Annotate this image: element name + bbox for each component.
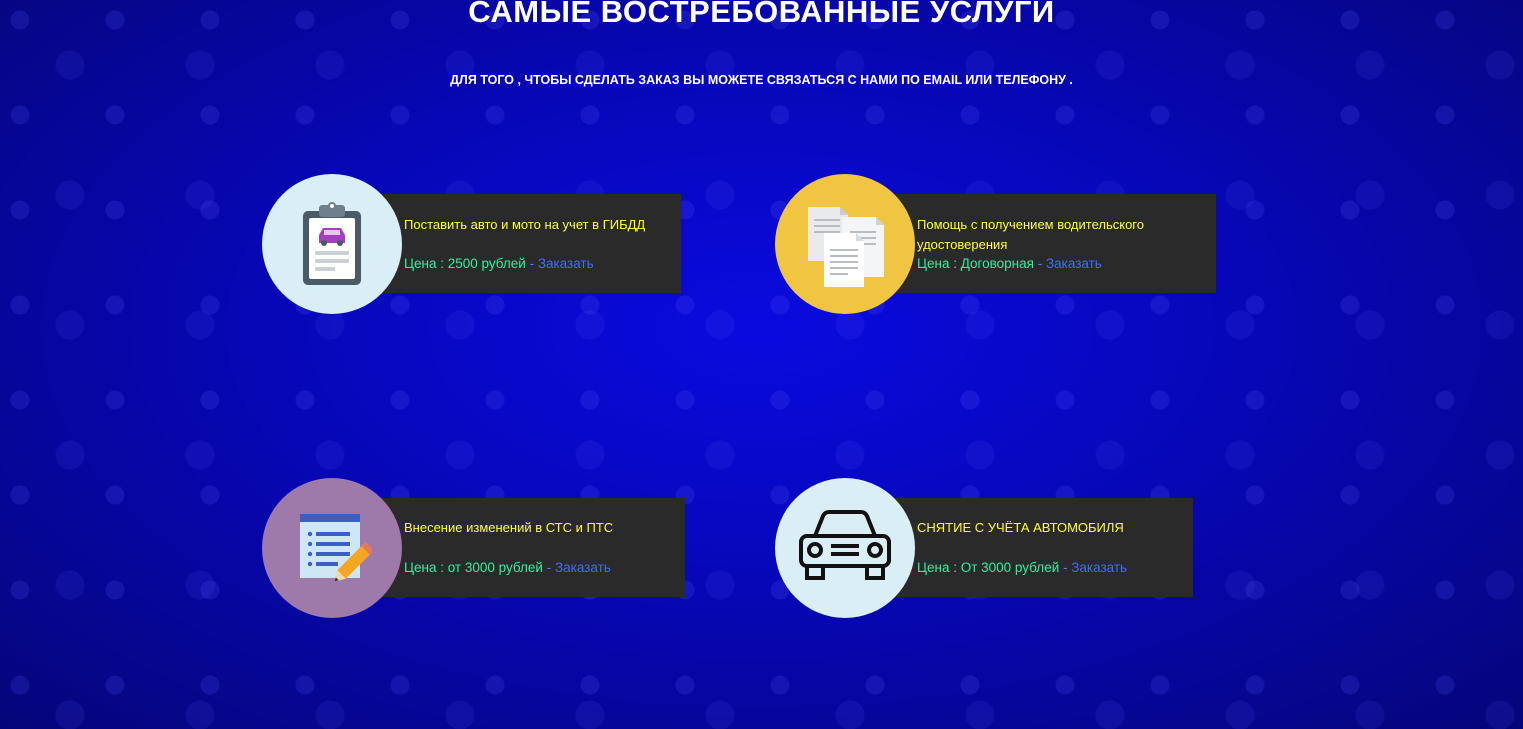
service-card-box <box>883 498 1193 597</box>
service-card-box <box>370 498 685 597</box>
background-doodle-pattern <box>0 0 1523 729</box>
service-price-line: Цена : От 3000 рублей - Заказать <box>917 558 1127 578</box>
order-link[interactable]: Заказать <box>538 256 594 271</box>
documents-icon <box>808 207 884 287</box>
service-price-line: Цена : Договорная - Заказать <box>917 254 1102 274</box>
service-title: Помощь с получением водительского удосто… <box>917 217 1144 252</box>
price-separator: - <box>1059 560 1072 575</box>
service-title: СНЯТИЕ С УЧЁТА АВТОМОБИЛЯ <box>917 520 1124 535</box>
service-price: Цена : От 3000 рублей <box>917 560 1060 575</box>
service-price-line: Цена : от 3000 рублей - Заказать <box>404 558 611 578</box>
service-price: Цена : от 3000 рублей <box>404 560 543 575</box>
service-icon-circle <box>262 174 402 314</box>
service-title: Поставить авто и мото на учет в ГИБДД <box>404 217 646 232</box>
service-icon-circle <box>262 478 402 618</box>
service-icon-circle <box>775 174 915 314</box>
price-separator: - <box>1033 256 1046 271</box>
notepad-pencil-icon <box>300 514 372 582</box>
order-link[interactable]: Заказать <box>1071 560 1127 575</box>
order-link[interactable]: Заказать <box>1046 256 1102 271</box>
page-subtitle: ДЛЯ ТОГО , ЧТОБЫ СДЕЛАТЬ ЗАКАЗ ВЫ МОЖЕТЕ… <box>450 73 1073 87</box>
service-card-box <box>370 194 681 293</box>
service-title: Внесение изменений в СТС и ПТС <box>404 520 614 535</box>
service-price: Цена : 2500 рублей <box>404 256 526 271</box>
order-link[interactable]: Заказать <box>555 560 611 575</box>
service-price: Цена : Договорная <box>917 256 1034 271</box>
page-title: САМЫЕ ВОСТРЕБОВАННЫЕ УСЛУГИ <box>468 0 1055 29</box>
service-price-line: Цена : 2500 рублей - Заказать <box>404 254 594 274</box>
price-separator: - <box>542 560 555 575</box>
price-separator: - <box>525 256 538 271</box>
clipboard-car-icon <box>303 202 361 285</box>
car-icon <box>799 510 891 580</box>
service-icon-circle <box>775 478 915 618</box>
